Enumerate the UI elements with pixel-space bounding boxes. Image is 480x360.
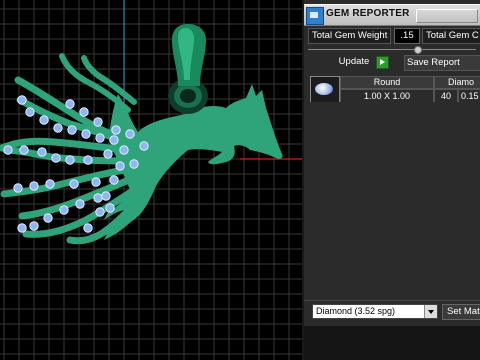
gem-marker[interactable] [129, 159, 139, 169]
gem-marker[interactable] [3, 145, 13, 155]
gem-marker[interactable] [65, 99, 75, 109]
set-material-button[interactable]: Set Mat [442, 304, 480, 320]
panel-footer [304, 326, 480, 360]
gem-marker[interactable] [39, 115, 49, 125]
gem-marker[interactable] [37, 147, 47, 157]
gem-marker[interactable] [93, 117, 103, 127]
action-row: Update Save Report [304, 55, 480, 71]
gem-marker[interactable] [95, 133, 105, 143]
gem-marker[interactable] [95, 207, 105, 217]
gem-count-cell: 40 [434, 89, 458, 103]
gem-marker[interactable] [101, 191, 111, 201]
gem-marker[interactable] [67, 125, 77, 135]
total-gem-weight-value[interactable]: .15 [394, 28, 420, 44]
gem-reporter-logo-icon [306, 7, 324, 25]
gem-marker[interactable] [83, 155, 93, 165]
table-header-shape: Round [340, 76, 434, 89]
panel-title: GEM REPORTER [326, 8, 410, 19]
gem-marker[interactable] [25, 107, 35, 117]
gem-marker[interactable] [65, 155, 75, 165]
chevron-down-icon[interactable] [424, 305, 437, 318]
gem-marker[interactable] [17, 223, 27, 233]
panel-titlebar[interactable]: GEM REPORTER [304, 4, 480, 26]
gem-marker[interactable] [53, 123, 63, 133]
viewport-canvas[interactable] [0, 0, 302, 360]
gem-marker[interactable] [19, 145, 29, 155]
save-report-button[interactable]: Save Report [404, 55, 480, 71]
gem-marker[interactable] [29, 181, 39, 191]
slider-knob[interactable] [414, 46, 422, 54]
gem-marker[interactable] [13, 183, 23, 193]
material-bar: Diamond (3.52 spg) Set Mat [304, 300, 480, 325]
gem-marker[interactable] [45, 179, 55, 189]
weight-row: Total Gem Weight .15 Total Gem C [304, 28, 480, 44]
gem-marker[interactable] [83, 223, 93, 233]
titlebar-grip[interactable] [416, 9, 478, 23]
gem-marker[interactable] [91, 177, 101, 187]
gem-size-cell: 1.00 X 1.00 [340, 89, 434, 103]
gem-marker[interactable] [109, 135, 119, 145]
material-select[interactable]: Diamond (3.52 spg) [312, 304, 438, 319]
gem-marker[interactable] [93, 193, 103, 203]
gem-marker[interactable] [51, 153, 61, 163]
total-gem-weight-label: Total Gem Weight [308, 28, 392, 44]
gem-thumbnail[interactable] [310, 76, 340, 104]
gem-marker[interactable] [17, 95, 27, 105]
gem-reporter-panel: GEM REPORTER Total Gem Weight .15 Total … [304, 0, 480, 360]
gem-list-area[interactable] [310, 102, 480, 297]
slider-track [308, 49, 476, 50]
gem-marker[interactable] [111, 125, 121, 135]
gem-marker[interactable] [109, 175, 119, 185]
round-diamond-icon [315, 83, 333, 95]
gem-marker[interactable] [139, 141, 149, 151]
update-button[interactable]: Update [334, 55, 374, 69]
gem-marker[interactable] [103, 149, 113, 159]
gem-marker[interactable] [115, 161, 125, 171]
material-select-value: Diamond (3.52 spg) [316, 306, 396, 316]
gem-marker[interactable] [105, 203, 115, 213]
weight-slider[interactable] [304, 46, 480, 54]
gem-marker[interactable] [43, 213, 53, 223]
3d-viewport[interactable] [0, 0, 302, 360]
gem-marker[interactable] [69, 179, 79, 189]
total-gem-count-label: Total Gem C [422, 28, 480, 44]
play-arrow-icon[interactable] [376, 56, 389, 69]
gem-marker[interactable] [125, 129, 135, 139]
gem-marker[interactable] [119, 145, 129, 155]
gem-marker[interactable] [75, 199, 85, 209]
table-header-material: Diamo [434, 76, 480, 89]
gem-weight-cell: 0.15 [458, 89, 480, 103]
gem-marker[interactable] [29, 221, 39, 231]
gem-marker[interactable] [79, 107, 89, 117]
gem-marker[interactable] [59, 205, 69, 215]
gem-marker[interactable] [81, 129, 91, 139]
gem-table: Round Diamo 1.00 X 1.00 40 0.15 [310, 76, 480, 104]
